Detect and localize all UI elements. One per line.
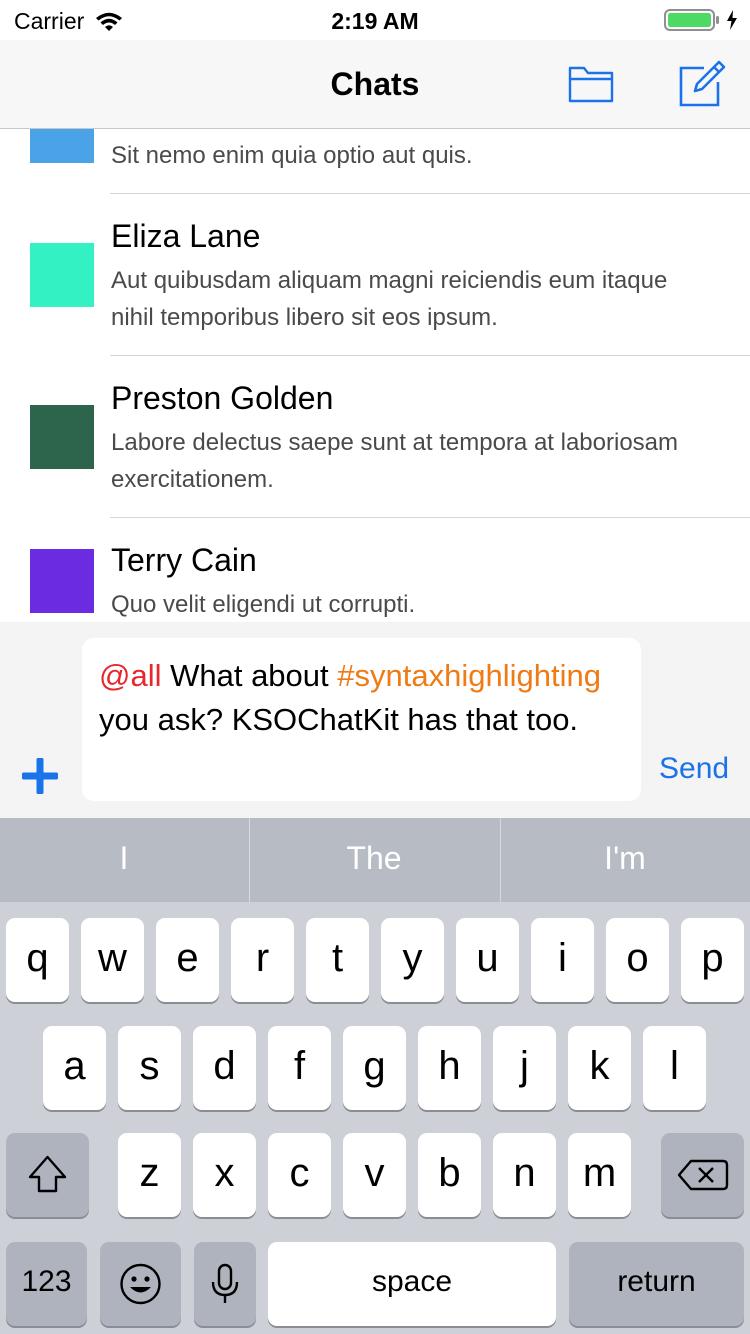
- chat-message: Sit nemo enim quia optio aut quis.: [111, 142, 473, 169]
- return-key[interactable]: return: [569, 1242, 744, 1326]
- key-w[interactable]: w: [81, 918, 144, 1002]
- key-m[interactable]: m: [568, 1133, 631, 1217]
- avatar: [30, 129, 94, 163]
- chat-row[interactable]: Preston Golden Labore delectus saepe sun…: [0, 356, 750, 517]
- key-b[interactable]: b: [418, 1133, 481, 1217]
- emoji-icon: [120, 1263, 161, 1305]
- chat-name: Eliza Lane: [111, 218, 261, 254]
- page-title: Chats: [330, 66, 420, 102]
- avatar: [30, 549, 94, 613]
- plus-icon[interactable]: [20, 756, 60, 796]
- message-composer: @all What about #syntaxhighlighting you …: [0, 622, 750, 818]
- key-i[interactable]: i: [531, 918, 594, 1002]
- key-s[interactable]: s: [118, 1026, 181, 1110]
- keyboard: I The I'm q w e r t y u i o p a s d f g …: [0, 818, 750, 1334]
- compose-icon[interactable]: [678, 60, 726, 108]
- charging-bolt-icon: [727, 10, 737, 30]
- status-bar: Carrier 2:19 AM: [0, 0, 750, 40]
- key-v[interactable]: v: [343, 1133, 406, 1217]
- suggestion-item[interactable]: I: [0, 818, 248, 902]
- chat-message: Labore delectus saepe sunt at tempora at…: [111, 429, 679, 493]
- key-c[interactable]: c: [268, 1133, 331, 1217]
- chat-message: Quo velit eligendi ut corrupti.: [111, 591, 416, 618]
- key-o[interactable]: o: [606, 918, 669, 1002]
- shift-icon: [28, 1155, 67, 1193]
- battery-icon: [664, 9, 719, 31]
- message-input[interactable]: @all What about #syntaxhighlighting you …: [82, 638, 641, 801]
- key-n[interactable]: n: [493, 1133, 556, 1217]
- key-q[interactable]: q: [6, 918, 69, 1002]
- delete-key[interactable]: [661, 1133, 744, 1217]
- key-t[interactable]: t: [306, 918, 369, 1002]
- key-d[interactable]: d: [193, 1026, 256, 1110]
- key-j[interactable]: j: [493, 1026, 556, 1110]
- chat-row[interactable]: Terry Cain Quo velit eligendi ut corrupt…: [0, 518, 750, 622]
- navigation-bar: Chats: [0, 40, 750, 129]
- key-u[interactable]: u: [456, 918, 519, 1002]
- key-p[interactable]: p: [681, 918, 744, 1002]
- suggestion-bar: I The I'm: [0, 818, 750, 902]
- suggestion-item[interactable]: I'm: [501, 818, 749, 902]
- key-e[interactable]: e: [156, 918, 219, 1002]
- avatar: [30, 405, 94, 469]
- chat-row[interactable]: Sit nemo enim quia optio aut quis.: [0, 129, 750, 193]
- suggestion-item[interactable]: The: [250, 818, 498, 902]
- hashtag-token: #syntaxhighlighting: [337, 658, 601, 693]
- mention-token: @all: [99, 658, 162, 693]
- dictation-key[interactable]: [194, 1242, 256, 1326]
- key-z[interactable]: z: [118, 1133, 181, 1217]
- chat-message: Aut quibusdam aliquam magni reiciendis e…: [111, 267, 668, 331]
- emoji-key[interactable]: [100, 1242, 181, 1326]
- key-h[interactable]: h: [418, 1026, 481, 1110]
- status-right: [664, 9, 738, 31]
- key-f[interactable]: f: [268, 1026, 331, 1110]
- send-button[interactable]: Send: [659, 752, 729, 786]
- folder-icon[interactable]: [568, 64, 614, 104]
- chat-name: Terry Cain: [111, 542, 257, 578]
- key-k[interactable]: k: [568, 1026, 631, 1110]
- message-text-part: What about: [161, 658, 338, 693]
- key-r[interactable]: r: [231, 918, 294, 1002]
- key-l[interactable]: l: [643, 1026, 706, 1110]
- chat-name: Preston Golden: [111, 380, 334, 416]
- key-a[interactable]: a: [43, 1026, 106, 1110]
- key-g[interactable]: g: [343, 1026, 406, 1110]
- microphone-icon: [211, 1263, 239, 1303]
- message-text-part: you ask? KSOChatKit has that too.: [99, 702, 579, 737]
- chat-list[interactable]: Sit nemo enim quia optio aut quis. Eliza…: [0, 129, 750, 622]
- space-key[interactable]: space: [268, 1242, 556, 1326]
- backspace-icon: [677, 1159, 729, 1191]
- key-y[interactable]: y: [381, 918, 444, 1002]
- numbers-key[interactable]: 123: [6, 1242, 87, 1326]
- shift-key[interactable]: [6, 1133, 89, 1217]
- chat-row[interactable]: Eliza Lane Aut quibusdam aliquam magni r…: [0, 194, 750, 355]
- message-input-text[interactable]: @all What about #syntaxhighlighting you …: [99, 654, 629, 742]
- key-x[interactable]: x: [193, 1133, 256, 1217]
- avatar: [30, 243, 94, 307]
- status-time: 2:19 AM: [331, 8, 419, 34]
